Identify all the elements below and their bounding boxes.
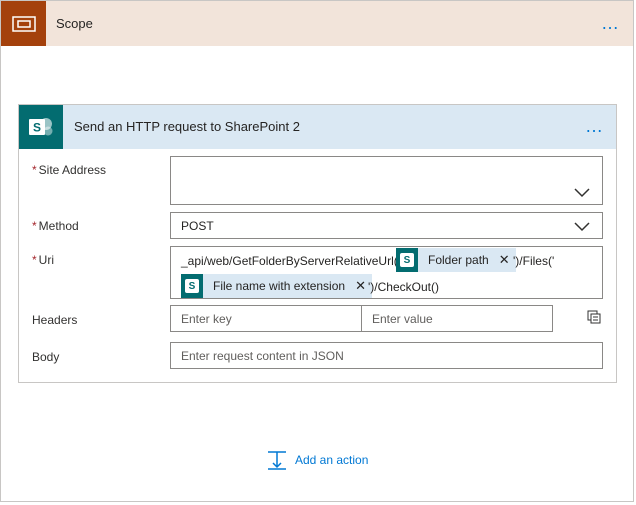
action-more-options-button[interactable]: … bbox=[585, 117, 604, 135]
required-marker: * bbox=[32, 219, 37, 233]
uri-text-before: _api/web/GetFolderByServerRelativeUrl(' bbox=[181, 254, 401, 268]
scope-more-options-button[interactable]: … bbox=[601, 14, 620, 32]
token-folder-path[interactable]: S Folder path ✕ bbox=[396, 248, 516, 272]
remove-token-icon[interactable]: ✕ bbox=[355, 278, 366, 294]
header-value-input[interactable]: Enter value bbox=[361, 305, 553, 332]
sharepoint-icon: S bbox=[19, 105, 63, 149]
token-file-name-label: File name with extension bbox=[213, 279, 346, 293]
action-header[interactable]: S Send an HTTP request to SharePoint 2 … bbox=[19, 105, 616, 149]
header-key-placeholder: Enter key bbox=[181, 312, 232, 326]
sharepoint-token-icon: S bbox=[181, 274, 203, 298]
uri-label: * Uri bbox=[32, 253, 54, 267]
action-title: Send an HTTP request to SharePoint 2 bbox=[74, 119, 300, 134]
method-label-text: Method bbox=[38, 219, 79, 233]
method-dropdown[interactable]: POST bbox=[170, 212, 603, 239]
add-an-action-button[interactable]: Add an action bbox=[267, 450, 368, 470]
remove-token-icon[interactable]: ✕ bbox=[499, 252, 510, 268]
sharepoint-token-icon: S bbox=[396, 248, 418, 272]
site-address-label-text: Site Address bbox=[38, 163, 107, 177]
site-address-dropdown[interactable] bbox=[170, 156, 603, 205]
switch-to-text-mode-icon[interactable] bbox=[587, 310, 601, 324]
scope-header[interactable]: Scope … bbox=[1, 1, 633, 46]
scope-container: Scope … S Send an HTTP request to ShareP… bbox=[0, 0, 634, 502]
token-folder-path-label: Folder path bbox=[428, 253, 489, 267]
add-an-action-label: Add an action bbox=[295, 453, 369, 467]
uri-label-text: Uri bbox=[38, 253, 54, 267]
scope-icon bbox=[1, 1, 46, 46]
headers-label: Headers bbox=[32, 313, 78, 327]
method-value: POST bbox=[181, 219, 214, 233]
chevron-down-icon[interactable] bbox=[574, 188, 590, 198]
action-card-sharepoint-http: S Send an HTTP request to SharePoint 2 …… bbox=[18, 104, 617, 383]
header-key-input[interactable]: Enter key bbox=[170, 305, 362, 332]
chevron-down-icon[interactable] bbox=[574, 222, 590, 232]
required-marker: * bbox=[32, 163, 37, 177]
uri-input[interactable]: _api/web/GetFolderByServerRelativeUrl(' … bbox=[170, 246, 603, 299]
body-input[interactable]: Enter request content in JSON bbox=[170, 342, 603, 369]
site-address-label: * Site Address bbox=[32, 163, 106, 177]
add-action-icon bbox=[268, 451, 286, 470]
uri-text-after: ')/CheckOut() bbox=[368, 280, 439, 294]
svg-text:S: S bbox=[33, 121, 41, 135]
required-marker: * bbox=[32, 253, 37, 267]
method-label: * Method bbox=[32, 219, 79, 233]
header-value-placeholder: Enter value bbox=[372, 312, 433, 326]
token-file-name[interactable]: S File name with extension ✕ bbox=[181, 274, 372, 298]
uri-text-middle: ')/Files(' bbox=[513, 254, 555, 268]
body-placeholder: Enter request content in JSON bbox=[181, 349, 344, 363]
body-label: Body bbox=[32, 350, 60, 364]
scope-title: Scope bbox=[56, 16, 93, 31]
